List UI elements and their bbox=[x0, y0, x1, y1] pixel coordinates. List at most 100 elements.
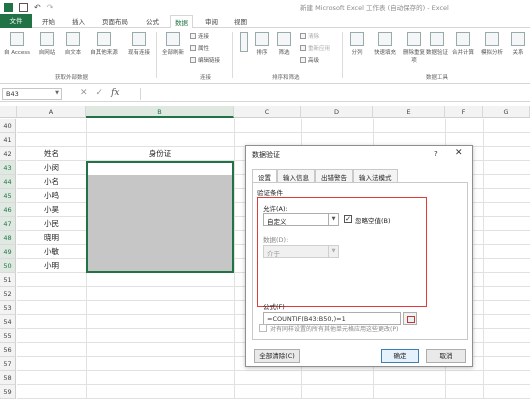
row-header[interactable]: 44 bbox=[0, 175, 16, 189]
allow-select[interactable]: 自定义 ▼ bbox=[263, 213, 339, 226]
connections-button[interactable]: 连接 bbox=[190, 32, 209, 40]
cell-b[interactable] bbox=[86, 315, 234, 329]
apply-all-checkbox[interactable] bbox=[259, 324, 267, 332]
edit-links-button[interactable]: 编辑链接 bbox=[190, 56, 220, 64]
from-access-button[interactable]: 自 Access bbox=[2, 32, 32, 56]
row-header[interactable]: 57 bbox=[0, 357, 16, 371]
cell-b[interactable] bbox=[86, 385, 234, 399]
cell-a[interactable] bbox=[17, 273, 86, 287]
cell-a[interactable]: 小名 bbox=[17, 175, 86, 189]
row-header[interactable]: 53 bbox=[0, 301, 16, 315]
data-select[interactable]: 介于 ▼ bbox=[263, 245, 339, 258]
tab-page-layout[interactable]: 页面布局 bbox=[102, 16, 128, 26]
cell-a[interactable]: 小敏 bbox=[17, 245, 86, 259]
tab-settings[interactable]: 设置 bbox=[252, 169, 277, 183]
cell-a[interactable] bbox=[17, 119, 86, 133]
row-header[interactable]: 43 bbox=[0, 161, 16, 175]
column-header-c[interactable]: C bbox=[234, 106, 301, 118]
cell-a[interactable] bbox=[17, 329, 86, 343]
from-web-button[interactable]: 自网站 bbox=[34, 32, 60, 56]
cell-b[interactable] bbox=[86, 119, 234, 133]
reapply-button[interactable]: 重新应用 bbox=[300, 44, 330, 52]
cell-a[interactable] bbox=[17, 371, 86, 385]
cell-b[interactable] bbox=[86, 329, 234, 343]
from-text-button[interactable]: 自文本 bbox=[60, 32, 86, 56]
cell-a[interactable] bbox=[17, 133, 86, 147]
row-header[interactable]: 59 bbox=[0, 385, 16, 399]
existing-connections-button[interactable]: 现有连接 bbox=[124, 32, 154, 56]
help-button[interactable]: ? bbox=[434, 150, 438, 158]
tab-formulas[interactable]: 公式 bbox=[146, 16, 159, 26]
cell-a[interactable]: 小民 bbox=[17, 217, 86, 231]
cancel-entry-icon[interactable]: ✕ bbox=[80, 88, 88, 98]
redo-icon[interactable]: ↷ bbox=[47, 3, 54, 12]
confirm-entry-icon[interactable]: ✓ bbox=[96, 88, 104, 98]
row-header[interactable]: 49 bbox=[0, 245, 16, 259]
tab-file[interactable]: 文件 bbox=[0, 14, 32, 28]
relationships-button[interactable]: 关系 bbox=[508, 32, 528, 56]
tab-error-alert[interactable]: 出错警告 bbox=[315, 169, 353, 182]
cell-b[interactable] bbox=[86, 287, 234, 301]
row-header[interactable]: 46 bbox=[0, 203, 16, 217]
range-select-icon[interactable] bbox=[403, 312, 417, 325]
from-other-sources-button[interactable]: 自其他来源 bbox=[86, 32, 122, 56]
refresh-all-button[interactable]: 全部刷新 bbox=[158, 32, 188, 56]
ignore-blank-checkbox[interactable]: ✓ bbox=[344, 215, 352, 223]
tab-insert[interactable]: 插入 bbox=[72, 16, 85, 26]
row-header[interactable]: 50 bbox=[0, 259, 16, 273]
tab-home[interactable]: 开始 bbox=[42, 16, 55, 26]
cell-b[interactable] bbox=[86, 357, 234, 371]
column-header-a[interactable]: A bbox=[17, 106, 86, 118]
column-header-d[interactable]: D bbox=[301, 106, 373, 118]
cell-b[interactable] bbox=[86, 343, 234, 357]
formula-input[interactable] bbox=[140, 88, 528, 100]
cell-a[interactable] bbox=[17, 287, 86, 301]
active-cell[interactable] bbox=[88, 163, 232, 175]
tab-data[interactable]: 数据 bbox=[170, 15, 193, 29]
cell-a[interactable] bbox=[17, 357, 86, 371]
remove-duplicates-button[interactable]: 删除重复项 bbox=[402, 32, 426, 64]
column-header-b[interactable]: B bbox=[86, 106, 234, 118]
clear-all-button[interactable]: 全部清除(C) bbox=[254, 349, 300, 363]
tab-ime-mode[interactable]: 输入法模式 bbox=[353, 169, 398, 182]
row-header[interactable]: 42 bbox=[0, 147, 16, 161]
advanced-filter-button[interactable]: 高级 bbox=[300, 56, 319, 64]
cell-b[interactable] bbox=[86, 133, 234, 147]
cell-b[interactable] bbox=[86, 301, 234, 315]
text-to-columns-button[interactable]: 分列 bbox=[346, 32, 368, 56]
flash-fill-button[interactable]: 快速填充 bbox=[370, 32, 400, 56]
chevron-down-icon[interactable]: ▼ bbox=[328, 214, 338, 225]
row-header[interactable]: 55 bbox=[0, 329, 16, 343]
properties-button[interactable]: 属性 bbox=[190, 44, 209, 52]
row-header[interactable]: 48 bbox=[0, 231, 16, 245]
row-header[interactable]: 58 bbox=[0, 371, 16, 385]
consolidate-button[interactable]: 合并计算 bbox=[450, 32, 476, 56]
cell-a[interactable]: 晓明 bbox=[17, 231, 86, 245]
data-validation-button[interactable]: 数据验证 bbox=[426, 32, 448, 56]
cell-b[interactable]: 身份证 bbox=[86, 147, 234, 161]
save-icon[interactable] bbox=[19, 2, 28, 12]
undo-icon[interactable]: ↶ bbox=[34, 3, 41, 12]
selected-range[interactable] bbox=[86, 161, 234, 273]
cell-a[interactable]: 小闵 bbox=[17, 161, 86, 175]
row-header[interactable]: 47 bbox=[0, 217, 16, 231]
cell-a[interactable]: 小鸣 bbox=[17, 189, 86, 203]
cell-b[interactable] bbox=[86, 371, 234, 385]
sort-az-button[interactable] bbox=[236, 32, 252, 54]
chevron-down-icon[interactable]: ▼ bbox=[328, 246, 338, 257]
column-header-f[interactable]: F bbox=[445, 106, 483, 118]
clear-filter-button[interactable]: 清除 bbox=[300, 32, 319, 40]
cell-a[interactable]: 小明 bbox=[17, 259, 86, 273]
row-header[interactable]: 51 bbox=[0, 273, 16, 287]
cell-a[interactable]: 小昊 bbox=[17, 203, 86, 217]
ok-button[interactable]: 确定 bbox=[381, 349, 419, 363]
row-header[interactable]: 40 bbox=[0, 119, 16, 133]
filter-button[interactable]: 筛选 bbox=[276, 32, 292, 56]
tab-input-message[interactable]: 输入信息 bbox=[277, 169, 315, 182]
insert-function-icon[interactable]: fx bbox=[111, 88, 119, 98]
cell-a[interactable] bbox=[17, 385, 86, 399]
what-if-analysis-button[interactable]: 模拟分析 bbox=[478, 32, 506, 56]
chevron-down-icon[interactable]: ▼ bbox=[55, 90, 59, 96]
cell-a[interactable] bbox=[17, 315, 86, 329]
sort-button[interactable]: 排序 bbox=[254, 32, 270, 56]
